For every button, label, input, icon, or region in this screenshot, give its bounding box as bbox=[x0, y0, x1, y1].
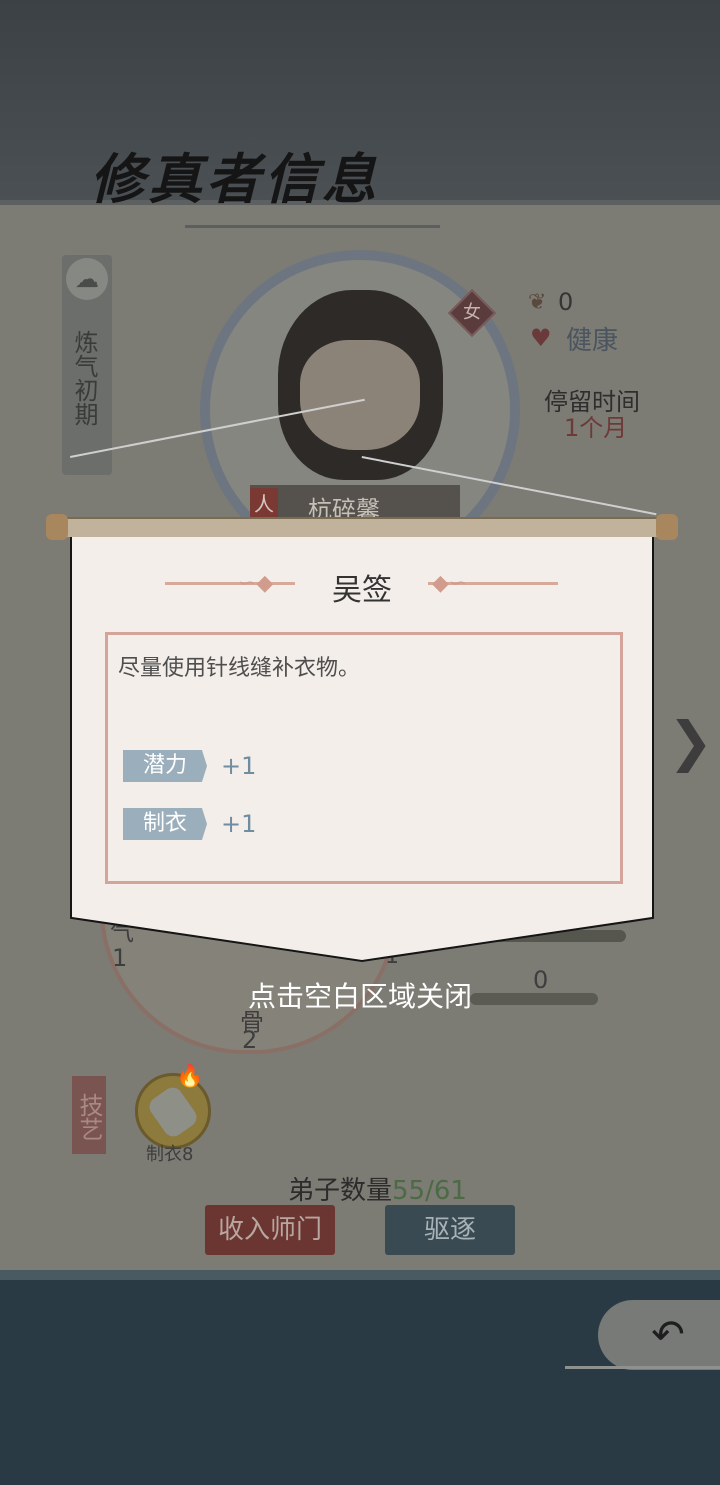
effect-value: +1 bbox=[221, 810, 257, 838]
mood-icon: ❦ bbox=[528, 290, 547, 315]
stay-time-value: 1个月 bbox=[564, 414, 628, 442]
cloud-icon: ☁ bbox=[66, 258, 108, 300]
race-tag: 人 bbox=[250, 488, 278, 520]
page-title: 修真者信息 bbox=[90, 147, 380, 211]
effect-tag: 制衣 bbox=[123, 808, 207, 840]
mood-value: 0 bbox=[558, 288, 574, 316]
disciple-count: 弟子数量55/61 bbox=[288, 1170, 467, 1207]
gender-text: 女 bbox=[463, 302, 481, 323]
accept-disciple-button[interactable]: 收入师门 bbox=[205, 1205, 335, 1255]
character-face bbox=[300, 340, 420, 450]
effect-value: +1 bbox=[221, 752, 257, 780]
heart-icon: ♥ bbox=[530, 324, 552, 352]
realm-text: 炼气初期 bbox=[70, 330, 98, 426]
cloud-ornament-icon: ∽◆ bbox=[238, 571, 274, 596]
flame-icon: 🔥 bbox=[176, 1064, 204, 1089]
effect-tag: 潜力 bbox=[123, 750, 207, 782]
title-underline bbox=[185, 225, 440, 228]
disciple-count-value: 55/61 bbox=[392, 1176, 467, 1206]
health-status: 健康 bbox=[566, 326, 619, 356]
skills-tag: 技艺 bbox=[72, 1076, 106, 1154]
skill-label: 制衣8 bbox=[146, 1144, 194, 1165]
scroll-rod bbox=[48, 517, 676, 537]
modal-title: 吴签 bbox=[332, 573, 392, 608]
rod-knob bbox=[656, 514, 678, 540]
back-button[interactable]: ↶ bbox=[598, 1300, 720, 1370]
modal-description: 尽量使用针线缝补衣物。 bbox=[118, 656, 361, 681]
cloud-ornament-icon: ◆∽ bbox=[432, 571, 468, 596]
expel-button[interactable]: 驱逐 bbox=[385, 1205, 515, 1255]
attr-gu-value: 2 bbox=[242, 1026, 258, 1054]
title-ornament bbox=[165, 582, 295, 585]
attr-qi-value: 1 bbox=[112, 944, 128, 972]
disciple-count-label: 弟子数量 bbox=[288, 1176, 393, 1206]
rod-knob bbox=[46, 514, 68, 540]
close-hint[interactable]: 点击空白区域关闭 bbox=[0, 975, 720, 1015]
back-button-line bbox=[565, 1366, 720, 1369]
next-chevron-icon[interactable]: ❯ bbox=[668, 710, 713, 773]
